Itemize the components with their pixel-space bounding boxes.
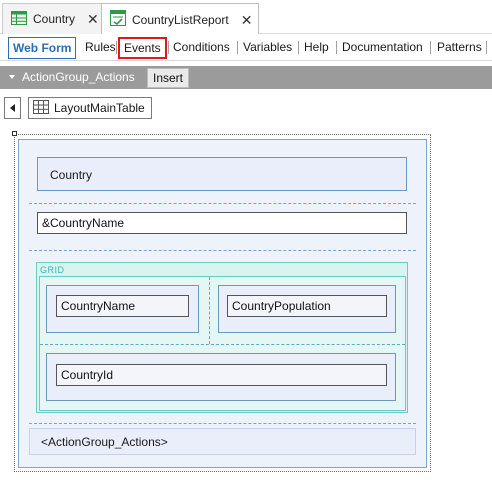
country-label: Country xyxy=(50,168,93,182)
row-divider xyxy=(29,423,416,424)
doc-tab-country[interactable]: Country ✕ xyxy=(2,3,106,34)
grid-caption: GRID xyxy=(40,265,65,275)
tab-separator xyxy=(168,41,169,54)
action-group-placeholder[interactable]: <ActionGroup_Actions> xyxy=(29,428,416,455)
tab-conditions[interactable]: Conditions xyxy=(173,37,230,59)
tab-help[interactable]: Help xyxy=(304,37,329,59)
grid-column-divider xyxy=(209,277,210,344)
tab-documentation[interactable]: Documentation xyxy=(342,37,423,59)
country-population-field[interactable]: CountryPopulation xyxy=(227,295,387,317)
tab-events[interactable]: Events xyxy=(118,37,167,59)
action-group-bar: ActionGroup_Actions Insert xyxy=(0,66,492,89)
doc-tab-label: CountryListReport xyxy=(132,12,229,27)
tab-web-form[interactable]: Web Form xyxy=(8,37,77,59)
tab-patterns[interactable]: Patterns xyxy=(437,37,482,59)
action-group-title: ActionGroup_Actions xyxy=(22,70,135,84)
country-textblock[interactable]: Country xyxy=(37,157,407,191)
tab-separator xyxy=(237,41,238,54)
selection-handle[interactable] xyxy=(12,131,17,136)
doc-tab-countrylistreport[interactable]: CountryListReport ✕ xyxy=(101,3,260,35)
row-divider xyxy=(29,203,416,204)
table-layout-icon xyxy=(33,99,49,117)
document-tab-bar: Country ✕ CountryListReport ✕ xyxy=(0,0,492,35)
close-icon[interactable]: ✕ xyxy=(87,12,99,26)
table-icon xyxy=(11,10,27,28)
country-name-variable[interactable]: &CountryName xyxy=(37,212,407,234)
country-id-field[interactable]: CountryId xyxy=(56,364,387,386)
action-group-ref-label: <ActionGroup_Actions> xyxy=(41,435,168,449)
tab-separator xyxy=(430,41,431,54)
breadcrumb-label: LayoutMainTable xyxy=(54,101,145,115)
report-icon xyxy=(110,10,126,29)
part-tab-bar: Web Form Rules Events Conditions Variabl… xyxy=(0,34,492,61)
back-arrow-button[interactable] xyxy=(4,97,21,119)
country-name-field[interactable]: CountryName xyxy=(56,295,189,317)
grid-row-divider xyxy=(40,344,405,345)
breadcrumb[interactable]: LayoutMainTable xyxy=(28,97,152,119)
row-divider xyxy=(29,250,416,251)
close-icon[interactable]: ✕ xyxy=(241,13,253,27)
tab-separator xyxy=(116,41,117,54)
tab-separator xyxy=(336,41,337,54)
tab-separator xyxy=(486,41,487,54)
tab-rules[interactable]: Rules xyxy=(85,37,116,59)
insert-button[interactable]: Insert xyxy=(147,68,190,88)
tab-separator xyxy=(298,41,299,54)
tab-variables[interactable]: Variables xyxy=(243,37,292,59)
chevron-down-icon[interactable] xyxy=(9,75,15,79)
doc-tab-label: Country xyxy=(33,12,76,26)
